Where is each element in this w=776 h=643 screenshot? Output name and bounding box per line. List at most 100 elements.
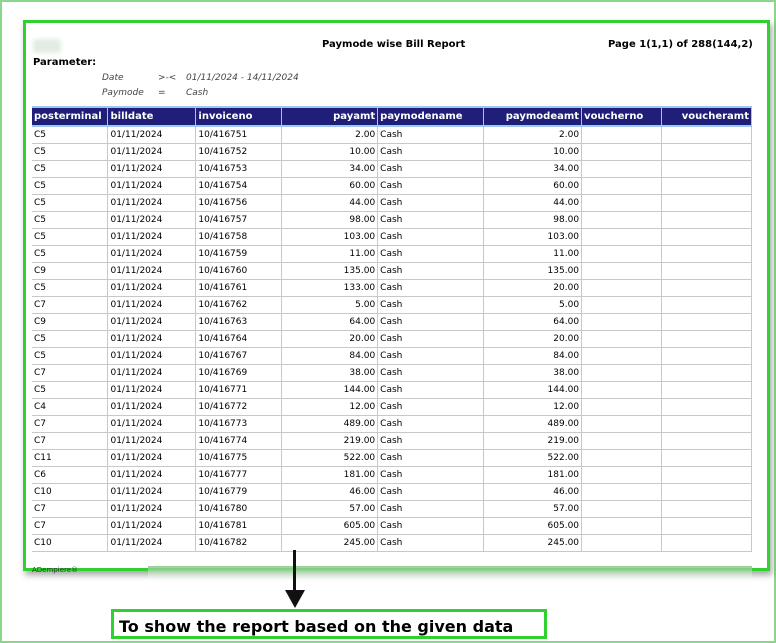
- column-header-voucheramt[interactable]: voucheramt: [661, 106, 752, 127]
- column-header-invoiceno[interactable]: invoiceno: [195, 106, 283, 127]
- column-header-payamt[interactable]: payamt: [281, 106, 379, 127]
- cell-paymodename: Cash: [377, 126, 485, 144]
- cell-voucherno: [581, 483, 662, 501]
- cell-posterminal: C5: [32, 177, 109, 195]
- cell-payamt: 34.00: [281, 160, 379, 178]
- cell-billdate: 01/11/2024: [107, 177, 197, 195]
- cell-voucheramt: [661, 500, 752, 518]
- cell-payamt: 10.00: [281, 143, 379, 161]
- cell-voucherno: [581, 262, 662, 280]
- cell-paymodename: Cash: [377, 279, 485, 297]
- column-header-voucherno[interactable]: voucherno: [581, 106, 662, 127]
- cell-posterminal: C5: [32, 211, 109, 229]
- cell-paymodename: Cash: [377, 398, 485, 416]
- param-name: Paymode: [102, 88, 144, 98]
- table-row: C4 01/11/2024 10/416772 12.00 Cash 12.00: [32, 398, 752, 416]
- cell-invoiceno: 10/416779: [195, 483, 283, 501]
- cell-billdate: 01/11/2024: [107, 398, 197, 416]
- cell-paymodeamt: 20.00: [483, 279, 583, 297]
- cell-voucheramt: [661, 211, 752, 229]
- cell-invoiceno: 10/416763: [195, 313, 283, 331]
- cell-billdate: 01/11/2024: [107, 296, 197, 314]
- cell-voucherno: [581, 143, 662, 161]
- table-header-row: posterminal billdate invoiceno payamt pa…: [32, 106, 752, 127]
- cell-paymodeamt: 34.00: [483, 160, 583, 178]
- cell-voucherno: [581, 398, 662, 416]
- cell-paymodeamt: 38.00: [483, 364, 583, 382]
- table-row: C5 01/11/2024 10/416764 20.00 Cash 20.00: [32, 330, 752, 348]
- cell-payamt: 219.00: [281, 432, 379, 450]
- param-name: Date: [102, 73, 124, 83]
- cell-paymodename: Cash: [377, 194, 485, 212]
- cell-paymodeamt: 5.00: [483, 296, 583, 314]
- cell-voucheramt: [661, 194, 752, 212]
- cell-voucherno: [581, 126, 662, 144]
- cell-posterminal: C5: [32, 126, 109, 144]
- report-title: Paymode wise Bill Report: [322, 39, 466, 50]
- cell-billdate: 01/11/2024: [107, 160, 197, 178]
- cell-payamt: 144.00: [281, 381, 379, 399]
- cell-billdate: 01/11/2024: [107, 517, 197, 535]
- cell-payamt: 84.00: [281, 347, 379, 365]
- cell-posterminal: C5: [32, 381, 109, 399]
- cell-paymodeamt: 2.00: [483, 126, 583, 144]
- cell-billdate: 01/11/2024: [107, 330, 197, 348]
- cell-voucheramt: [661, 160, 752, 178]
- cell-paymodename: Cash: [377, 432, 485, 450]
- cell-paymodeamt: 605.00: [483, 517, 583, 535]
- cell-billdate: 01/11/2024: [107, 466, 197, 484]
- cell-payamt: 522.00: [281, 449, 379, 467]
- cell-invoiceno: 10/416756: [195, 194, 283, 212]
- cell-paymodeamt: 57.00: [483, 500, 583, 518]
- cell-voucheramt: [661, 381, 752, 399]
- table-row: C5 01/11/2024 10/416767 84.00 Cash 84.00: [32, 347, 752, 365]
- cell-paymodename: Cash: [377, 449, 485, 467]
- table-row: C6 01/11/2024 10/416777 181.00 Cash 181.00: [32, 466, 752, 484]
- cell-payamt: 103.00: [281, 228, 379, 246]
- cell-voucheramt: [661, 347, 752, 365]
- cell-billdate: 01/11/2024: [107, 347, 197, 365]
- cell-posterminal: C5: [32, 160, 109, 178]
- cell-posterminal: C5: [32, 194, 109, 212]
- table-row: C5 01/11/2024 10/416754 60.00 Cash 60.00: [32, 177, 752, 195]
- cell-posterminal: C10: [32, 534, 109, 552]
- cell-voucherno: [581, 449, 662, 467]
- cell-posterminal: C7: [32, 500, 109, 518]
- page-info: Page 1(1,1) of 288(144,2): [608, 39, 753, 50]
- cell-voucherno: [581, 415, 662, 433]
- cell-invoiceno: 10/416771: [195, 381, 283, 399]
- cell-paymodename: Cash: [377, 330, 485, 348]
- table-row: C5 01/11/2024 10/416751 2.00 Cash 2.00: [32, 126, 752, 144]
- table-row: C7 01/11/2024 10/416769 38.00 Cash 38.00: [32, 364, 752, 382]
- table-row: C11 01/11/2024 10/416775 522.00 Cash 522.00: [32, 449, 752, 467]
- column-header-paymodename[interactable]: paymodename: [377, 106, 485, 127]
- cell-invoiceno: 10/416777: [195, 466, 283, 484]
- report-panel: Paymode wise Bill Report Page 1(1,1) of …: [23, 20, 770, 571]
- cell-billdate: 01/11/2024: [107, 415, 197, 433]
- table-row: C7 01/11/2024 10/416774 219.00 Cash 219.00: [32, 432, 752, 450]
- cell-paymodeamt: 489.00: [483, 415, 583, 433]
- cell-paymodeamt: 11.00: [483, 245, 583, 263]
- cell-paymodeamt: 103.00: [483, 228, 583, 246]
- column-header-billdate[interactable]: billdate: [107, 106, 197, 127]
- column-header-paymodeamt[interactable]: paymodeamt: [483, 106, 583, 127]
- cell-billdate: 01/11/2024: [107, 483, 197, 501]
- cell-payamt: 11.00: [281, 245, 379, 263]
- cell-billdate: 01/11/2024: [107, 449, 197, 467]
- table-row: C7 01/11/2024 10/416781 605.00 Cash 605.00: [32, 517, 752, 535]
- cell-voucherno: [581, 245, 662, 263]
- cell-billdate: 01/11/2024: [107, 432, 197, 450]
- table-row: C7 01/11/2024 10/416762 5.00 Cash 5.00: [32, 296, 752, 314]
- cell-invoiceno: 10/416781: [195, 517, 283, 535]
- parameter-label: Parameter:: [33, 57, 97, 68]
- cell-billdate: 01/11/2024: [107, 194, 197, 212]
- cell-voucheramt: [661, 398, 752, 416]
- table-row: C5 01/11/2024 10/416759 11.00 Cash 11.00: [32, 245, 752, 263]
- cell-paymodeamt: 135.00: [483, 262, 583, 280]
- cell-invoiceno: 10/416757: [195, 211, 283, 229]
- cell-paymodeamt: 64.00: [483, 313, 583, 331]
- cell-posterminal: C7: [32, 432, 109, 450]
- column-header-posterminal[interactable]: posterminal: [32, 106, 109, 127]
- cell-paymodename: Cash: [377, 143, 485, 161]
- table-row: C5 01/11/2024 10/416752 10.00 Cash 10.00: [32, 143, 752, 161]
